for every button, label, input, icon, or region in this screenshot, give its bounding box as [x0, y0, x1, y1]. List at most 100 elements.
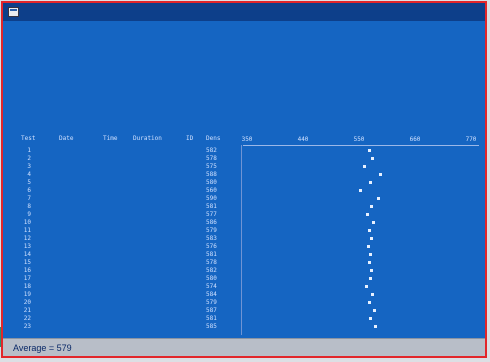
row-value: 578 [206, 155, 217, 162]
row-number: 11 [23, 227, 31, 234]
row-number: 15 [23, 259, 31, 266]
row-number: 1 [27, 147, 31, 154]
average-separator: = [46, 343, 57, 353]
row-number: 4 [27, 171, 31, 178]
data-point [363, 165, 367, 168]
row-number: 6 [27, 187, 31, 194]
row-value: 581 [206, 251, 217, 258]
row-number: 19 [23, 291, 31, 298]
data-point [368, 181, 372, 184]
data-point [365, 285, 369, 288]
row-value: 580 [206, 179, 217, 186]
table-row: 19 584 [21, 291, 239, 299]
table-row: 6 560 [21, 187, 239, 195]
row-number: 9 [27, 211, 31, 218]
row-value: 588 [206, 171, 217, 178]
row-number: 18 [23, 283, 31, 290]
table-row: 11 579 [21, 227, 239, 235]
report-screen: 350 440 550 660 770 Test Date Time Durat… [3, 21, 485, 338]
table-row: 14 581 [21, 251, 239, 259]
row-value: 582 [206, 267, 217, 274]
row-number: 2 [27, 155, 31, 162]
report-window: 350 440 550 660 770 Test Date Time Durat… [1, 1, 487, 358]
data-point [376, 197, 380, 200]
data-point [366, 245, 370, 248]
row-number: 10 [23, 219, 31, 226]
data-point [368, 149, 372, 152]
column-header: Duration [133, 135, 162, 142]
axis-tick: 350 [241, 136, 253, 143]
row-number: 13 [23, 243, 31, 250]
table-row: 2 578 [21, 155, 239, 163]
data-point [371, 221, 375, 224]
row-value: 574 [206, 283, 217, 290]
table-row: 16 582 [21, 267, 239, 275]
row-number: 17 [23, 275, 31, 282]
row-value: 575 [206, 163, 217, 170]
axis-line [243, 145, 479, 146]
row-number: 21 [23, 307, 31, 314]
table-row: 9 577 [21, 211, 239, 219]
data-point [370, 157, 374, 160]
row-number: 5 [27, 179, 31, 186]
row-value: 581 [206, 203, 217, 210]
column-header: Date [59, 135, 74, 142]
plot-axis: 350 440 550 660 770 [241, 125, 479, 146]
data-point [367, 261, 371, 264]
data-point [369, 269, 373, 272]
data-point [368, 301, 372, 304]
status-bar: Average = 579 [3, 338, 485, 356]
axis-tick: 440 [297, 136, 309, 143]
data-point [369, 317, 373, 320]
table-row: 12 583 [21, 235, 239, 243]
column-header: ID [186, 135, 194, 142]
row-value: 584 [206, 291, 217, 298]
data-point [374, 325, 377, 328]
row-value: 585 [206, 323, 217, 330]
row-number: 12 [23, 235, 31, 242]
report-rows: 1 582 2 578 3 575 4 588 5 580 6 560 7 590 8 581 9 577 10 58… [21, 147, 239, 331]
row-value: 580 [206, 275, 217, 282]
column-header: Dens [206, 135, 221, 142]
average-label: Average [13, 343, 47, 353]
row-number: 23 [23, 323, 31, 330]
table-row: 7 590 [21, 195, 239, 203]
row-number: 3 [27, 163, 31, 170]
row-value: 579 [206, 299, 217, 306]
table-row: 23 585 [21, 323, 239, 331]
row-value: 586 [206, 219, 217, 226]
row-value: 577 [206, 211, 217, 218]
column-header: Time [103, 135, 118, 142]
table-row: 3 575 [21, 163, 239, 171]
window-icon[interactable] [8, 7, 19, 17]
row-value: 581 [206, 315, 217, 322]
table-row: 17 580 [21, 275, 239, 283]
row-value: 578 [206, 259, 217, 266]
table-row: 22 581 [21, 315, 239, 323]
axis-tick: 550 [353, 136, 365, 143]
row-value: 579 [206, 227, 217, 234]
data-point [366, 213, 369, 216]
data-point [369, 253, 373, 256]
title-bar[interactable] [3, 3, 485, 21]
data-point [370, 237, 374, 240]
table-row: 4 588 [21, 171, 239, 179]
average-value: 579 [56, 343, 72, 353]
row-value: 582 [206, 147, 217, 154]
axis-tick: 660 [409, 136, 421, 143]
row-number: 16 [23, 267, 31, 274]
axis-tick: 770 [465, 136, 477, 143]
table-row: 15 578 [21, 259, 239, 267]
row-value: 560 [206, 187, 217, 194]
table-row: 21 587 [21, 307, 239, 315]
plot-separator [241, 145, 242, 335]
table-row: 1 582 [21, 147, 239, 155]
table-row: 8 581 [21, 203, 239, 211]
row-value: 590 [206, 195, 217, 202]
row-number: 7 [27, 195, 31, 202]
data-point [370, 293, 374, 296]
average-readout: Average = 579 [13, 343, 72, 353]
table-row: 13 576 [21, 243, 239, 251]
dot-plot [243, 147, 479, 339]
row-number: 14 [23, 251, 31, 258]
